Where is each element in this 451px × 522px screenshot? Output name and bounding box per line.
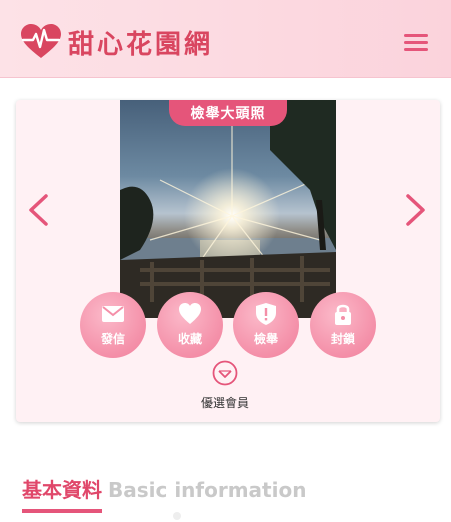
site-logo[interactable]: 甜心花園網 xyxy=(20,22,240,62)
profile-card: 檢舉大頭照 發信 收藏 檢舉 封鎖 優選會員 xyxy=(16,100,440,422)
favorite-button[interactable]: 收藏 xyxy=(157,292,223,358)
profile-actions: 發信 收藏 檢舉 封鎖 xyxy=(80,292,380,358)
chevron-left-icon[interactable] xyxy=(26,192,50,228)
report-photo-label: 檢舉大頭照 xyxy=(190,106,266,122)
heart-icon xyxy=(179,303,201,324)
vip-member-label: 優選會員 xyxy=(200,396,249,410)
decorative-dot xyxy=(173,512,181,520)
section-title-zh: 基本資料 xyxy=(22,474,102,513)
block-label: 封鎖 xyxy=(330,332,355,346)
section-title-en: Basic information xyxy=(108,478,307,502)
section-heading: 基本資料 Basic information xyxy=(22,474,307,513)
favorite-label: 收藏 xyxy=(177,332,202,346)
chevron-right-icon[interactable] xyxy=(404,192,428,228)
heart-pulse-icon xyxy=(21,24,61,58)
site-header: 甜心花園網 xyxy=(0,0,451,78)
profile-photo[interactable] xyxy=(120,100,336,318)
block-button[interactable]: 封鎖 xyxy=(310,292,376,358)
send-message-label: 發信 xyxy=(100,332,125,346)
lock-icon xyxy=(335,304,351,325)
logo-text: 甜心花園網 xyxy=(68,29,214,60)
shield-alert-icon xyxy=(256,303,276,325)
report-photo-button[interactable]: 檢舉大頭照 xyxy=(169,100,287,126)
hamburger-menu-icon[interactable] xyxy=(404,32,432,54)
report-label: 檢舉 xyxy=(253,332,278,346)
envelope-icon xyxy=(102,306,124,322)
diamond-icon xyxy=(212,360,238,386)
report-button[interactable]: 檢舉 xyxy=(233,292,299,358)
send-message-button[interactable]: 發信 xyxy=(80,292,146,358)
